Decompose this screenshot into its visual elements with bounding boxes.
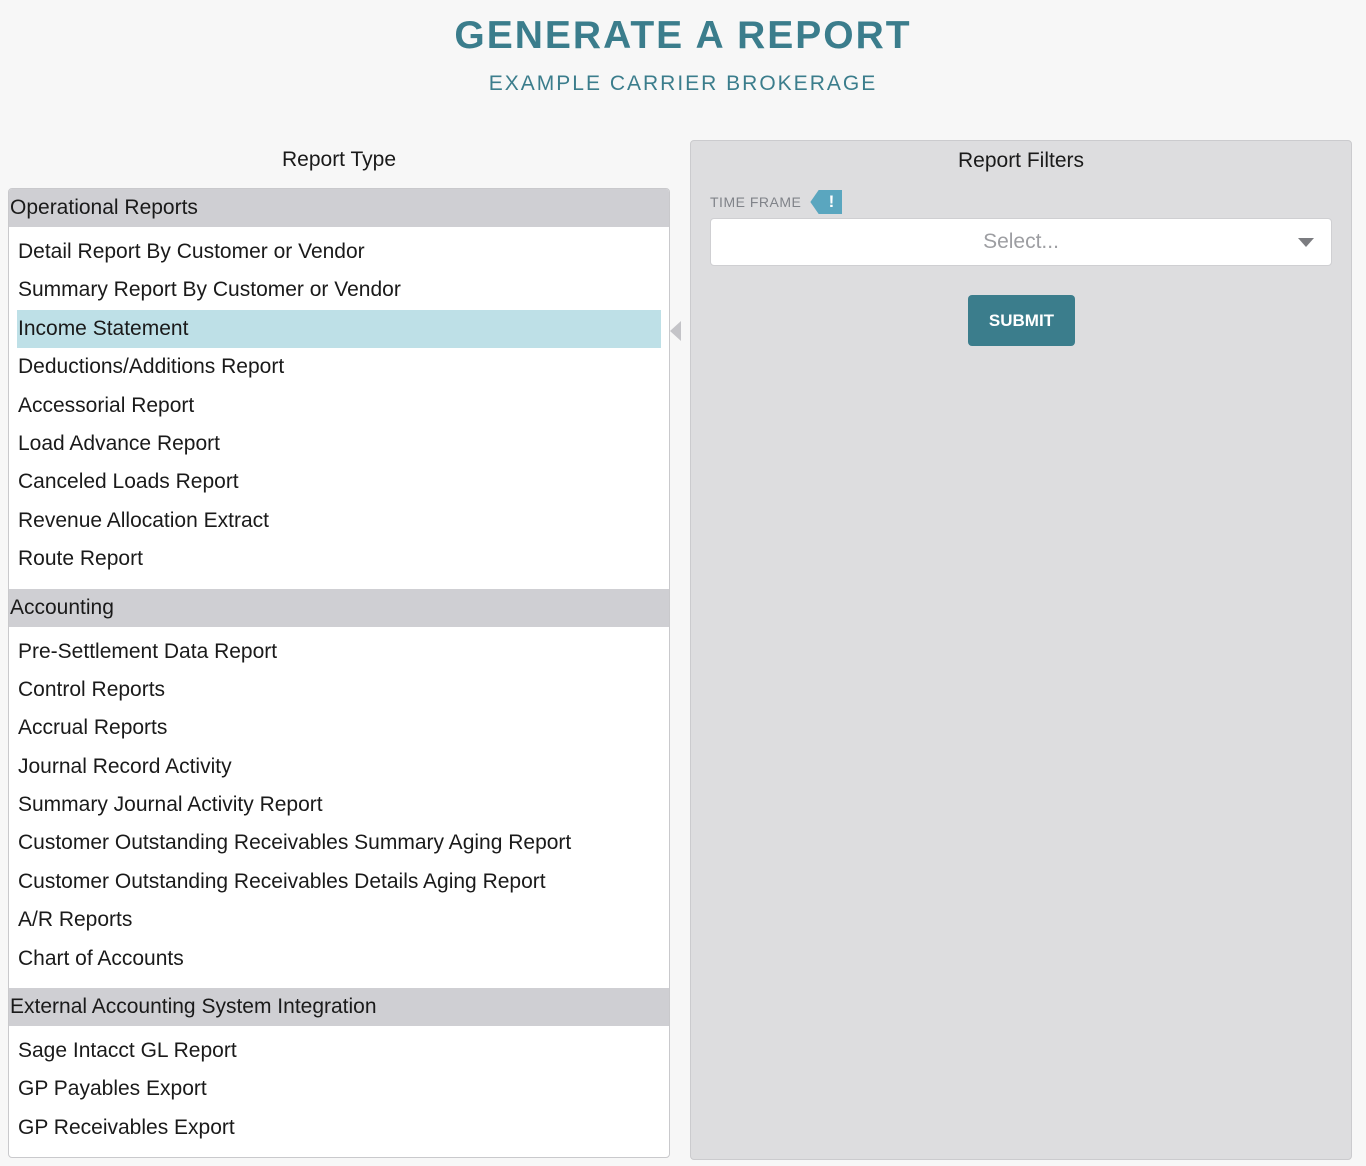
report-filters-title: Report Filters xyxy=(957,149,1085,172)
report-list-item[interactable]: Pre-Settlement Data Report xyxy=(17,633,661,671)
report-list-item[interactable]: GP Payables Export xyxy=(17,1070,661,1108)
group-header: Accounting xyxy=(9,588,669,627)
chevron-down-icon[interactable] xyxy=(1298,238,1314,247)
time-frame-label-row: TIME FRAME ! xyxy=(710,189,843,215)
report-list-item[interactable]: Deductions/Additions Report xyxy=(17,348,661,386)
report-list-item[interactable]: Customer Outstanding Receivables Details… xyxy=(17,863,661,901)
time-frame-select[interactable]: Select... xyxy=(710,218,1332,266)
group-items: Detail Report By Customer or Vendor Summa… xyxy=(9,227,669,589)
report-list-item[interactable]: A/R Reports xyxy=(17,901,661,939)
group-header: Operational Reports xyxy=(9,189,669,227)
group-items: Sage Intacct GL Report GP Payables Export… xyxy=(9,1026,669,1157)
report-list-item[interactable]: Load Advance Report xyxy=(17,425,661,463)
report-list-item[interactable]: Sage Intacct GL Report xyxy=(17,1032,661,1070)
report-list-item[interactable]: Revenue Allocation Extract xyxy=(17,502,661,540)
report-list-item[interactable]: Summary Journal Activity Report xyxy=(17,786,661,824)
report-type-list: Operational Reports Detail Report By Cust… xyxy=(8,188,670,1159)
page-header: GENERATE A REPORT EXAMPLE CARRIER BROKER… xyxy=(0,0,1366,96)
report-type-panel: Report Type Operational Reports Detail Re… xyxy=(8,140,670,1159)
report-list-item[interactable]: GP Receivables Export xyxy=(17,1109,661,1147)
report-list-item[interactable]: Income Statement xyxy=(17,309,661,349)
report-list-item[interactable]: Canceled Loads Report xyxy=(17,463,661,501)
report-list-item[interactable]: Control Reports xyxy=(17,671,661,709)
page-subtitle: EXAMPLE CARRIER BROKERAGE xyxy=(488,72,878,95)
report-list-item[interactable]: Accessorial Report xyxy=(17,387,661,425)
time-frame-placeholder: Select... xyxy=(983,230,1059,253)
report-list-item[interactable]: Accrual Reports xyxy=(17,709,661,747)
group-header: External Accounting System Integration xyxy=(9,988,669,1027)
report-list-item[interactable]: Customer Outstanding Receivables Summary… xyxy=(17,824,661,862)
report-list-item[interactable]: Chart of Accounts xyxy=(17,940,661,978)
time-frame-label: TIME FRAME xyxy=(710,194,802,210)
group-items: Pre-Settlement Data Report Control Report… xyxy=(9,627,669,989)
report-list-item[interactable]: Journal Record Activity xyxy=(17,748,661,786)
report-list-item[interactable]: Route Report xyxy=(17,540,661,578)
report-filters-panel: Report Filters TIME FRAME ! Select... SU… xyxy=(690,140,1352,1160)
selection-pointer-icon xyxy=(670,321,681,341)
report-type-title: Report Type xyxy=(281,148,396,171)
required-alert-icon: ! xyxy=(810,190,843,214)
page-title: GENERATE A REPORT xyxy=(454,14,912,57)
report-list-item[interactable]: Detail Report By Customer or Vendor xyxy=(17,233,661,271)
submit-button[interactable]: SUBMIT xyxy=(968,295,1075,346)
report-list-item[interactable]: Summary Report By Customer or Vendor xyxy=(17,271,661,309)
